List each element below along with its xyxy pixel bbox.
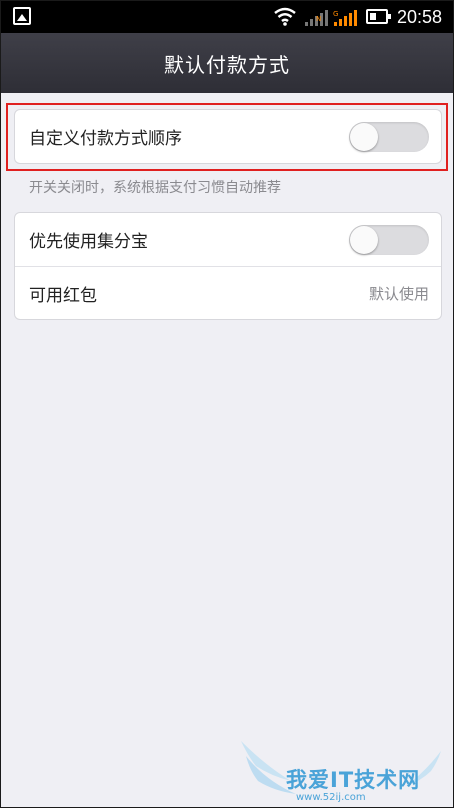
status-time: 20:58: [397, 7, 443, 27]
signal-icon: N: [305, 10, 328, 26]
jifenbao-row[interactable]: 优先使用集分宝: [15, 213, 441, 266]
jifenbao-toggle[interactable]: [349, 224, 429, 255]
signal-icon: G: [333, 10, 357, 26]
watermark: 我爱IT技术网 www.52ij.com: [236, 736, 453, 807]
page-title: 默认付款方式: [164, 52, 290, 77]
red-packet-row[interactable]: 可用红包 默认使用: [15, 266, 441, 319]
svg-text:N: N: [316, 15, 321, 23]
status-bar: N G 20:58: [1, 1, 453, 33]
app-screen: N G 20:58 默认付款方式 自定义付款方式顺序 开关关闭时，系统根据支付习…: [0, 0, 454, 808]
title-bar: 默认付款方式: [1, 33, 453, 93]
highlight-box: [6, 103, 448, 171]
svg-text:G: G: [333, 10, 338, 18]
gallery-icon: [13, 7, 31, 25]
options-card: 优先使用集分宝 可用红包 默认使用: [14, 212, 442, 320]
red-packet-label: 可用红包: [29, 285, 97, 306]
wifi-icon: [274, 7, 296, 26]
watermark-url: www.52ij.com: [296, 792, 366, 803]
toggle-knob: [350, 225, 378, 254]
toggle-hint: 开关关闭时，系统根据支付习惯自动推荐: [29, 180, 281, 196]
jifenbao-label: 优先使用集分宝: [29, 232, 148, 252]
battery-icon: [366, 9, 391, 24]
red-packet-value: 默认使用: [368, 284, 429, 303]
watermark-text: 我爱IT技术网: [286, 768, 421, 792]
